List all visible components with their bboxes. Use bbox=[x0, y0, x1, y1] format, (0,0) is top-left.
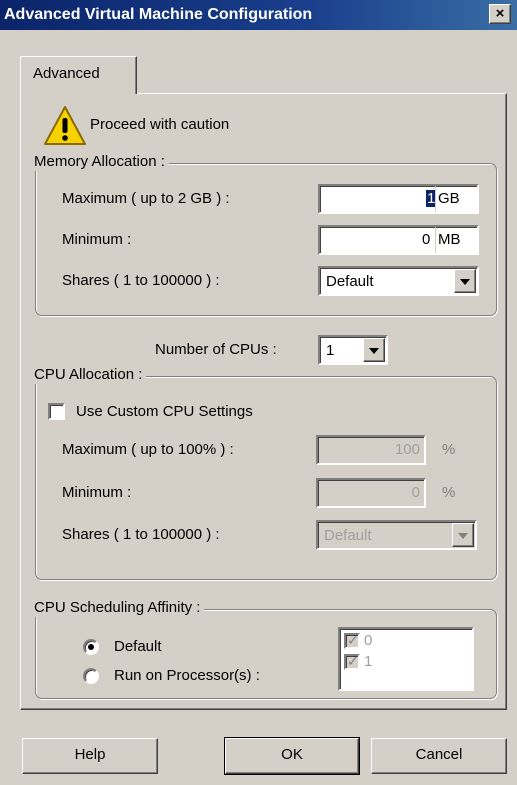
tab-advanced[interactable]: Advanced bbox=[20, 56, 137, 94]
cpu-min-value: 0 bbox=[411, 484, 420, 501]
processor-0-label: 0 bbox=[364, 632, 373, 649]
custom-cpu-label[interactable]: Use Custom CPU Settings bbox=[76, 403, 253, 420]
memory-min-label: Minimum : bbox=[62, 231, 132, 248]
tab-label: Advanced bbox=[33, 65, 100, 82]
ok-button[interactable]: OK bbox=[224, 737, 360, 775]
custom-cpu-checkbox[interactable] bbox=[48, 403, 65, 420]
cpu-max-label: Maximum ( up to 100% ) : bbox=[62, 441, 234, 458]
memory-max-label: Maximum ( up to 2 GB ) : bbox=[62, 190, 230, 207]
affinity-run-label[interactable]: Run on Processor(s) : bbox=[114, 667, 260, 684]
chevron-down-icon[interactable] bbox=[454, 269, 476, 293]
affinity-run-radio[interactable] bbox=[83, 668, 99, 684]
processor-1-checkbox[interactable]: ✓ bbox=[344, 653, 360, 670]
processor-1-label: 1 bbox=[364, 653, 373, 670]
affinity-default-label[interactable]: Default bbox=[114, 638, 162, 655]
close-button[interactable]: × bbox=[489, 4, 511, 24]
cpu-shares-value: Default bbox=[324, 527, 372, 544]
cpu-allocation-legend: CPU Allocation : bbox=[30, 366, 147, 384]
cpus-combo[interactable]: 1 bbox=[318, 335, 388, 365]
title-bar: Advanced Virtual Machine Configuration × bbox=[0, 0, 517, 30]
memory-min-value: 0 bbox=[422, 231, 431, 248]
memory-min-field[interactable]: 0 MB bbox=[318, 225, 479, 255]
cpus-value: 1 bbox=[326, 342, 335, 359]
cpu-min-label: Minimum : bbox=[62, 484, 132, 501]
memory-min-unit: MB bbox=[438, 231, 461, 248]
memory-max-unit: GB bbox=[438, 190, 460, 207]
chevron-down-icon[interactable] bbox=[452, 523, 474, 547]
cpu-min-unit: % bbox=[442, 484, 456, 501]
warning-icon bbox=[44, 106, 86, 145]
cpu-shares-label: Shares ( 1 to 100000 ) : bbox=[62, 526, 220, 543]
window-title: Advanced Virtual Machine Configuration bbox=[4, 6, 313, 23]
cpus-label: Number of CPUs : bbox=[155, 341, 277, 358]
cancel-button[interactable]: Cancel bbox=[371, 738, 507, 774]
cpu-min-field[interactable]: 0 bbox=[316, 478, 426, 508]
cpu-max-value: 100 bbox=[394, 441, 420, 458]
affinity-default-radio[interactable] bbox=[83, 639, 99, 655]
chevron-down-icon[interactable] bbox=[363, 338, 385, 362]
memory-shares-combo[interactable]: Default bbox=[318, 266, 479, 296]
close-icon: × bbox=[495, 5, 505, 22]
cpu-shares-combo[interactable]: Default bbox=[316, 520, 477, 550]
cpu-max-field[interactable]: 100 bbox=[316, 435, 426, 465]
cpu-max-unit: % bbox=[442, 441, 456, 458]
memory-allocation-legend: Memory Allocation : bbox=[30, 153, 169, 171]
processor-0-checkbox[interactable]: ✓ bbox=[344, 632, 360, 649]
memory-shares-label: Shares ( 1 to 100000 ) : bbox=[62, 272, 220, 289]
cpu-affinity-legend: CPU Scheduling Affinity : bbox=[30, 599, 205, 617]
caution-text: Proceed with caution bbox=[90, 116, 230, 133]
processor-list[interactable]: ✓ 0 ✓ 1 bbox=[338, 627, 474, 691]
help-button[interactable]: Help bbox=[22, 738, 158, 774]
memory-max-field[interactable]: 1 GB bbox=[318, 184, 479, 214]
memory-shares-value: Default bbox=[326, 273, 374, 290]
